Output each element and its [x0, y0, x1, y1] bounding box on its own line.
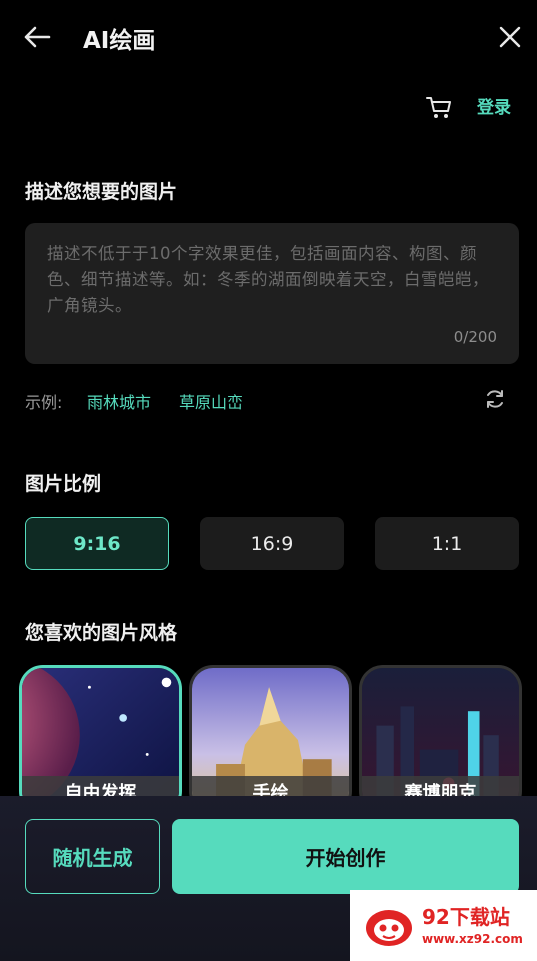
example-item-rainforest-city[interactable]: 雨林城市 [87, 389, 151, 413]
style-card-free[interactable]: 自由发挥 [19, 665, 182, 815]
login-link[interactable]: 登录 [477, 93, 511, 118]
char-count: 0/200 [453, 328, 497, 346]
examples-row: 示例: 雨林城市 草原山峦 [25, 388, 519, 414]
back-button[interactable] [20, 20, 54, 54]
style-section-title: 您喜欢的图片风格 [25, 622, 178, 644]
watermark: 92下载站 www.xz92.com [350, 890, 537, 961]
watermark-logo-icon [366, 909, 412, 946]
ratio-section-title: 图片比例 [25, 473, 102, 495]
watermark-url: www.xz92.com [422, 931, 523, 946]
close-button[interactable] [494, 20, 526, 54]
examples-label: 示例: [25, 393, 63, 412]
style-card-handdrawn[interactable]: 手绘 [189, 665, 352, 815]
prompt-input[interactable] [25, 223, 519, 364]
watermark-name: 92下载站 [422, 904, 510, 929]
refresh-icon [487, 390, 503, 408]
start-create-button[interactable]: 开始创作 [172, 819, 519, 894]
ratio-option-16-9[interactable]: 16:9 [200, 517, 344, 570]
prompt-box: 0/200 [25, 223, 519, 364]
close-icon [499, 26, 521, 48]
refresh-examples-button[interactable] [481, 385, 509, 413]
style-card-cyberpunk[interactable]: 赛博朋克 [359, 665, 522, 815]
cart-button[interactable] [422, 90, 456, 124]
random-generate-button[interactable]: 随机生成 [25, 819, 160, 894]
cart-icon [426, 97, 451, 118]
example-item-grassland-mountains[interactable]: 草原山峦 [179, 389, 243, 413]
page-title: AI绘画 [83, 28, 156, 54]
ratio-option-9-16[interactable]: 9:16 [25, 517, 169, 570]
header-bar: AI绘画 [0, 0, 537, 72]
arrow-left-icon [24, 26, 51, 48]
ratio-option-1-1[interactable]: 1:1 [375, 517, 519, 570]
describe-section-title: 描述您想要的图片 [25, 181, 178, 203]
